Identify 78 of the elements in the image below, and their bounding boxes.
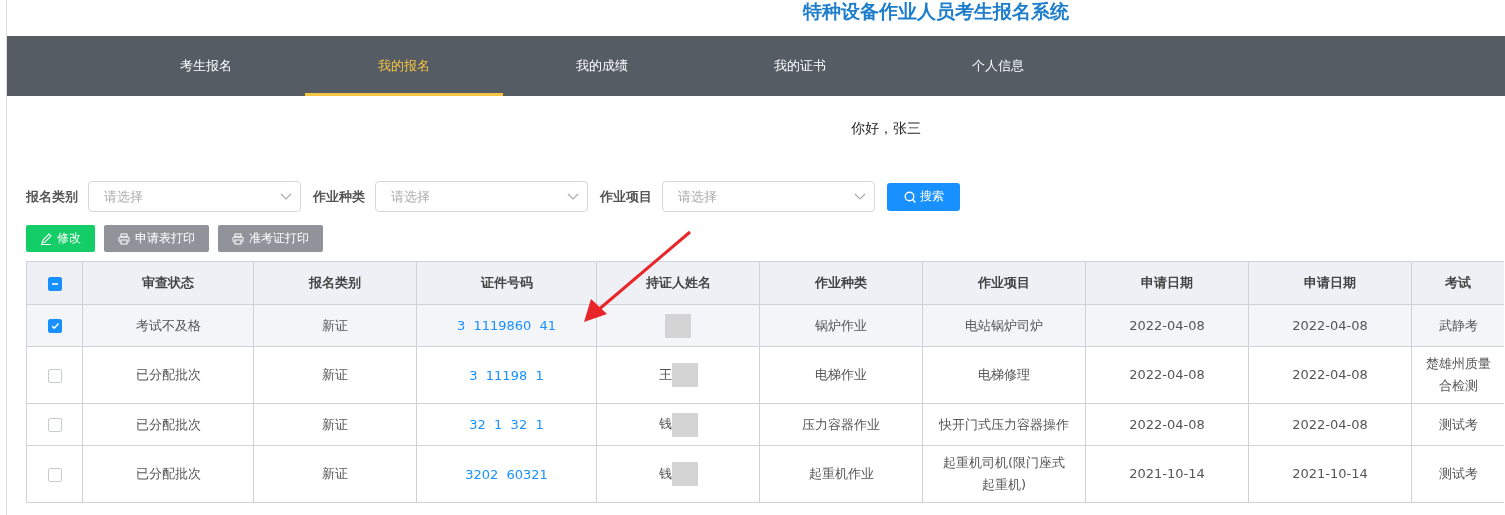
column-header: 申请日期 (1304, 274, 1356, 292)
table-cell-text: 测试考 (1438, 415, 1478, 434)
table-cell-text: 2022-04-08 (1129, 366, 1205, 384)
page-title: 特种设备作业人员考生报名系统 (803, 0, 1069, 24)
column-header: 作业种类 (815, 274, 867, 292)
checkbox[interactable] (47, 467, 62, 482)
table-cell-text: 新证 (322, 366, 348, 384)
column-header: 证件号码 (480, 274, 533, 292)
nav-tab[interactable]: 考生报名 (107, 36, 305, 96)
table-cell-text: 起重机司机(限门座式起重机) (941, 454, 1067, 494)
column-header: 考试 (1445, 274, 1472, 292)
id-number-link[interactable]: 3 1119860 41 (456, 318, 557, 333)
redaction-mark (671, 462, 698, 486)
table-cell-text: 已分配批次 (135, 415, 201, 434)
table-cell-text: 2022-04-08 (1129, 316, 1205, 335)
table-cell-text: 武静考 (1438, 316, 1478, 335)
table-cell-text: 快开门式压力容器操作 (939, 415, 1069, 434)
table-cell-text: 2021-10-14 (1129, 465, 1205, 483)
table-cell-text: 2022-04-08 (1292, 316, 1368, 335)
table-cell-text: 起重机作业 (808, 465, 874, 483)
table-cell-text: 2022-04-08 (1292, 366, 1368, 384)
id-number-link[interactable]: 3202 60321 (465, 466, 548, 482)
filter-label: 作业种类 (313, 187, 365, 206)
search-icon (903, 190, 916, 203)
table-cell-text: 测试考 (1438, 465, 1478, 483)
column-header: 申请日期 (1141, 274, 1193, 292)
table-cell-text: 已分配批次 (135, 465, 201, 483)
printer-icon (118, 232, 130, 245)
filter-label: 作业项目 (600, 187, 652, 206)
table-cell-text: 压力容器作业 (802, 415, 880, 434)
checkbox[interactable] (47, 319, 62, 334)
table-cell-text: 2022-04-08 (1292, 415, 1368, 434)
table-cell-text: 新证 (322, 415, 348, 434)
select-field[interactable]: 请选择 (88, 181, 301, 212)
table-cell-text: 钱 (658, 415, 672, 433)
select-field[interactable]: 请选择 (662, 181, 875, 212)
search-button[interactable]: 搜索 (887, 182, 960, 211)
select-field[interactable]: 请选择 (375, 181, 588, 212)
table-cell-text: 电梯作业 (815, 366, 867, 384)
id-number-link[interactable]: 32 1 32 1 (469, 417, 544, 432)
table-cell-text: 新证 (322, 316, 348, 335)
table-cell-text: 楚雄州质量合检测 (1425, 355, 1492, 395)
id-number-link[interactable]: 3 11198 1 (469, 367, 544, 383)
table-cell-text: 电站锅炉司炉 (965, 316, 1043, 335)
table-cell-text: 新证 (322, 465, 348, 483)
column-header: 作业项目 (978, 274, 1030, 292)
chevron-down-icon (280, 192, 292, 201)
print-button[interactable]: 申请表打印 (104, 225, 209, 252)
table-cell-text: 2022-04-08 (1129, 415, 1205, 434)
redaction-mark (671, 363, 698, 387)
table-cell-text: 王 (658, 365, 672, 384)
column-header: 报名类别 (309, 274, 361, 292)
checkbox[interactable] (47, 368, 62, 383)
column-header: 持证人姓名 (645, 274, 711, 292)
redaction-mark (671, 412, 698, 437)
pencil-icon (40, 232, 52, 245)
table-cell-text: 考试不及格 (135, 316, 201, 335)
table-cell-text: 电梯修理 (978, 366, 1030, 384)
redaction-mark (665, 313, 691, 338)
filter-label: 报名类别 (26, 187, 78, 206)
print-button[interactable]: 准考证打印 (218, 225, 323, 252)
printer-icon (232, 232, 244, 245)
nav-tab[interactable]: 我的报名 (305, 36, 503, 96)
checkbox[interactable] (47, 276, 62, 291)
table-cell-text: 2021-10-14 (1292, 465, 1368, 483)
nav-tab[interactable]: 我的成绩 (503, 36, 701, 96)
table-cell-text: 钱 (658, 464, 672, 483)
chevron-down-icon (567, 192, 579, 201)
greeting-text: 你好，张三 (851, 120, 921, 138)
table-cell-text: 已分配批次 (135, 366, 201, 384)
checkbox[interactable] (47, 418, 62, 433)
column-header: 审查状态 (142, 274, 194, 292)
nav-tab[interactable]: 个人信息 (899, 36, 1097, 96)
table-cell-text: 锅炉作业 (815, 316, 867, 335)
chevron-down-icon (854, 192, 866, 201)
nav-tab[interactable]: 我的证书 (701, 36, 899, 96)
checkmark-icon (49, 321, 60, 332)
edit-button[interactable]: 修改 (26, 225, 95, 252)
